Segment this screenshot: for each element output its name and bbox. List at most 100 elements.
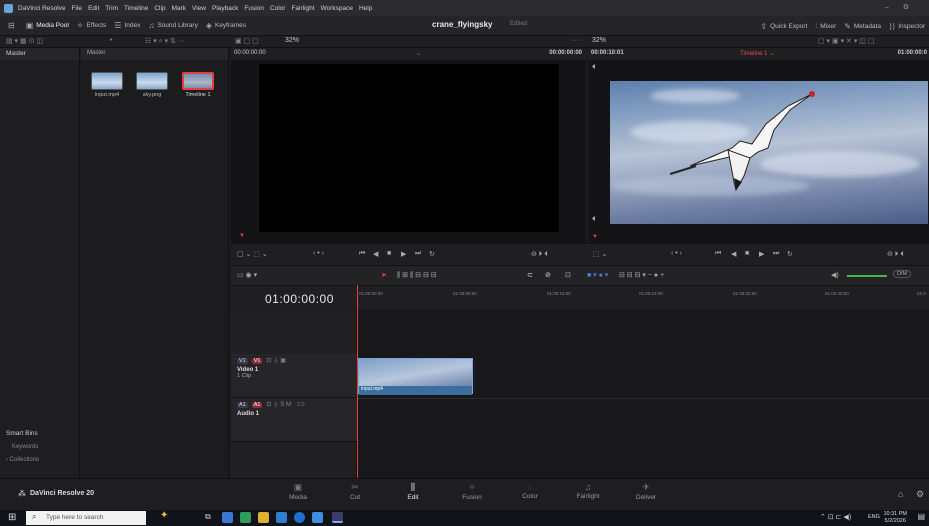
audio-track-controls-icon[interactable]: ⊡ ·|· S M — [266, 402, 291, 408]
tray-icons[interactable]: ⌃ ⊡ ⊏ ◀) — [820, 513, 851, 521]
stop-button[interactable]: ■ — [387, 250, 391, 257]
program-loop-button[interactable]: ↻ — [787, 250, 793, 258]
index-button[interactable]: ☰ Index — [114, 21, 140, 30]
timeline-ruler[interactable]: 01:00:00:00 01:00:00:00 01:00:08:00 01:0… — [231, 285, 929, 310]
timeline-tracks[interactable]: V1 V1 ⊡ ·|· ▣ Video 1 1 Clip A1 A1 ⊡ ·|·… — [231, 285, 929, 478]
menu-fairlight[interactable]: Fairlight — [291, 5, 314, 12]
gear-icon[interactable]: ⚙ — [916, 489, 924, 500]
widgets-icon[interactable]: ✦ — [160, 510, 168, 521]
snap-icon[interactable]: ⊂ — [527, 271, 533, 279]
go-to-end-button[interactable]: ⏭ — [415, 250, 421, 258]
mixer-button[interactable]: ⫶ Mixer — [815, 21, 836, 31]
layout-icon[interactable]: ▭ ◉ ▾ — [237, 271, 257, 279]
play-button[interactable]: ▶ — [401, 250, 406, 258]
app-icon[interactable] — [294, 512, 305, 523]
menu-help[interactable]: Help — [359, 5, 372, 12]
file-explorer-icon[interactable] — [258, 512, 269, 523]
keywords-bin[interactable]: Keywords — [12, 444, 38, 450]
source-video-area[interactable] — [259, 64, 559, 232]
video-track-header[interactable]: V1 V1 ⊡ ·|· ▣ Video 1 1 Clip — [231, 354, 357, 398]
program-go-to-end-button[interactable]: ⏭ — [773, 250, 779, 258]
source-viewer[interactable]: 00:00:00:00 ⌄ 00:00:00:00 ▼ — [231, 48, 586, 243]
video-clip[interactable]: input.mp4 — [358, 358, 473, 395]
inspector-button[interactable]: ⟩⟩ Inspector — [889, 22, 925, 31]
audio-track-tag[interactable]: A1 — [237, 402, 248, 408]
page-cut[interactable]: ✂ Cut — [335, 482, 375, 501]
more-options[interactable]: ··· — [572, 37, 579, 44]
link-icon[interactable]: ⊘ — [545, 271, 551, 279]
store-icon[interactable] — [276, 512, 287, 523]
windows-start-icon[interactable]: ⊞ — [8, 512, 16, 523]
media-pool-button[interactable]: ▣ Media Pool — [26, 21, 69, 30]
program-play-button[interactable]: ▶ — [759, 250, 764, 258]
home-icon[interactable]: ⌂ — [898, 489, 903, 499]
taskbar-search-input[interactable]: Type here to search — [26, 511, 146, 525]
chrome-icon[interactable] — [240, 512, 251, 523]
lock-icon[interactable]: ⊡ — [565, 271, 571, 279]
sort-icon[interactable]: ☷ ▾ ⌕ ▾ ⇅ ··· — [145, 37, 185, 46]
timeline-selector[interactable]: Timeline 1 ⌄ — [740, 50, 774, 57]
zoom-icons[interactable]: ⊟ ⊟ ⊟ ▾ − ● + — [619, 271, 664, 279]
menu-fusion[interactable]: Fusion — [244, 5, 264, 12]
task-view-icon[interactable]: ⧉ — [205, 512, 211, 522]
clip-thumb-timeline[interactable] — [182, 72, 214, 90]
effects-button[interactable]: ✧ Effects — [77, 21, 106, 30]
menu-edit[interactable]: Edit — [88, 5, 99, 12]
in-marker-icon[interactable]: ⏴ — [592, 64, 596, 72]
page-fairlight[interactable]: ♫ Fairlight — [568, 482, 608, 500]
dock-icon[interactable]: ⊟ — [8, 21, 18, 30]
volume-slider[interactable] — [847, 275, 887, 277]
program-options-icon[interactable]: ▢ ▾ ▣ ▾ ✕ ▾ ◫ ▢ — [818, 37, 874, 45]
collections-bin[interactable]: › Collections — [6, 457, 39, 463]
jog-icon[interactable]: ‹ • › — [313, 250, 324, 257]
page-media[interactable]: ▣ Media — [278, 482, 318, 501]
track-lock-icon[interactable]: ⊡ ·|· ▣ — [266, 358, 286, 364]
trim-tools-icon[interactable]: ⫼ ⊞ ⫼ ⊟ ⊟ ⊟ — [397, 271, 437, 280]
page-color[interactable]: ◌ Color — [510, 482, 550, 500]
resolve-taskbar-icon[interactable] — [332, 512, 343, 523]
program-go-to-start-button[interactable]: ⏮ — [715, 250, 721, 258]
keyframes-button[interactable]: ◈ Keyframes — [206, 21, 246, 30]
timeline-playhead[interactable] — [357, 285, 358, 478]
notification-icon[interactable]: ▤ — [917, 512, 925, 521]
audio-track-header[interactable]: A1 A1 ⊡ ·|· S M 2.0 Audio 1 — [231, 398, 357, 442]
mail-icon[interactable] — [312, 512, 323, 523]
program-video-frame[interactable] — [610, 81, 928, 224]
chevron-down-icon[interactable]: ⌄ — [416, 50, 421, 57]
menu-playback[interactable]: Playback — [212, 5, 238, 12]
language-indicator[interactable]: ENG — [868, 514, 880, 520]
page-fusion[interactable]: ✧ Fusion — [452, 482, 492, 501]
page-deliver[interactable]: ✈ Deliver — [626, 482, 666, 501]
metadata-button[interactable]: ✎ Metadata — [844, 22, 881, 31]
quick-export-button[interactable]: ⇪ Quick Export — [760, 22, 807, 31]
video-track-tag[interactable]: V1 — [237, 358, 248, 364]
selection-tool-icon[interactable]: ➤ — [381, 271, 387, 279]
menu-timeline[interactable]: Timeline — [124, 5, 148, 12]
viewer-layout-icon[interactable]: ▣ ▢ ▢ — [235, 37, 259, 45]
program-match-frame-icon[interactable]: ⊖ ⏵ ⏴ — [887, 250, 904, 259]
program-zoom[interactable]: 32% — [592, 37, 606, 44]
menu-trim[interactable]: Trim — [105, 5, 118, 12]
program-jog-icon[interactable]: ‹ • › — [671, 250, 682, 257]
out-marker-icon[interactable]: ⏴ — [592, 216, 596, 224]
play-reverse-button[interactable]: ◀ — [373, 250, 378, 258]
source-playhead-icon[interactable]: ▼ — [239, 233, 245, 239]
audio-destination-tag[interactable]: A1 — [251, 402, 263, 408]
match-frame-icon[interactable]: ⊖ ⏵ ⏴ — [531, 250, 548, 259]
edge-browser-icon[interactable] — [222, 512, 233, 523]
program-view-options-icon[interactable]: ⬚ ⌄ — [593, 250, 607, 258]
menu-app[interactable]: DaVinci Resolve — [18, 5, 66, 12]
options-icon[interactable]: • — [110, 37, 112, 44]
timeline-viewer[interactable]: 00:00:10:01 Timeline 1 ⌄ 01:00:00:0 ⏴ ⏴ … — [588, 48, 929, 243]
menu-color[interactable]: Color — [270, 5, 286, 12]
sound-library-button[interactable]: ♫ Sound Library — [148, 21, 197, 30]
clip-thumb-sky[interactable] — [136, 72, 168, 90]
menu-file[interactable]: File — [72, 5, 82, 12]
list-view-icon[interactable]: ▤ ▾ ▦ ⊙ ◫ — [6, 37, 43, 45]
master-bin[interactable]: Master — [0, 48, 79, 60]
flag-icon[interactable]: ■ ▾ ● ▾ — [587, 271, 608, 279]
loop-button[interactable]: ↻ — [429, 250, 435, 258]
clip-thumb-input[interactable] — [91, 72, 123, 90]
volume-icon[interactable]: ◀) — [831, 271, 839, 279]
window-controls[interactable]: –⚙ — [885, 3, 923, 11]
